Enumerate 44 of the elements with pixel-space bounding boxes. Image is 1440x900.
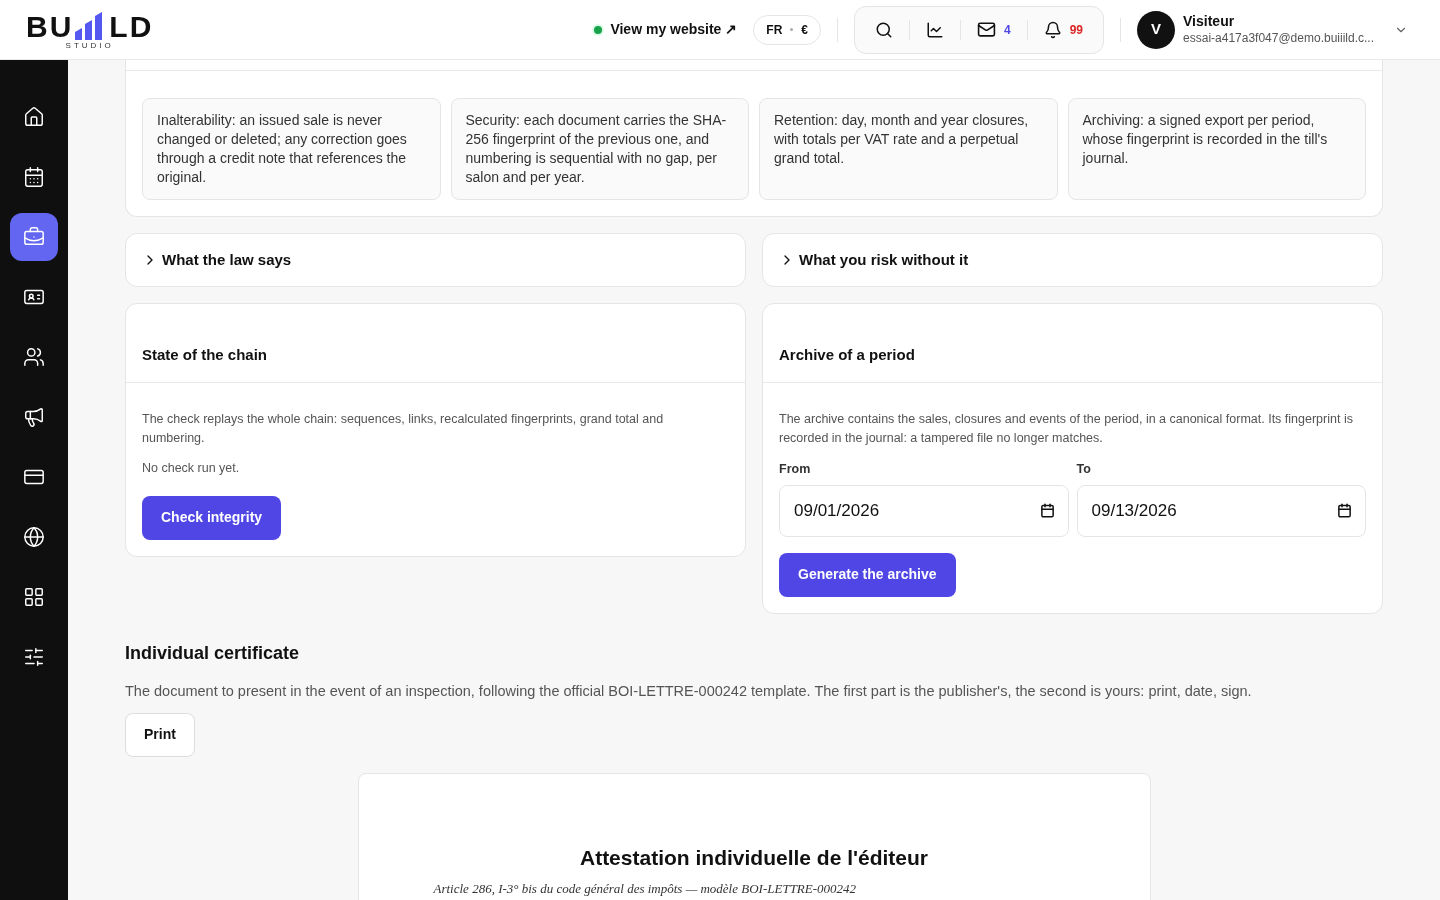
logo-text: LD: [109, 11, 154, 42]
check-integrity-button[interactable]: Check integrity: [142, 495, 282, 540]
calendar-icon[interactable]: [1337, 502, 1352, 518]
field-label: From: [779, 461, 812, 478]
card-title: Archive of a period: [779, 344, 915, 365]
card-description: The archive contains the sales, closures and events of the period, in a canonical format. Its fingerprint is recorded in the journal: a tampered file no longer matches.: [779, 411, 1354, 447]
megaphone-icon: [23, 406, 45, 428]
section-title: Individual certificate: [125, 641, 301, 665]
document-title: Attestation individuelle de l'éditeur: [578, 844, 929, 871]
sidebar-item[interactable]: [10, 213, 58, 261]
date-field[interactable]: 09/13/2026: [1076, 484, 1366, 537]
user-avatar: V: [1137, 10, 1176, 49]
principle-card: Retention: day, month and year closures, with totals per VAT rate and a perpetual grand total.: [759, 98, 1058, 200]
accordion-header[interactable]: What the law says: [125, 233, 746, 287]
calendar-icon[interactable]: [1039, 502, 1055, 518]
field-label: To: [1076, 461, 1092, 478]
sliders-icon: [23, 646, 45, 668]
user-email: essai-a417a3f047@demo.buiiild.c...: [1183, 30, 1374, 46]
document-subtitle: Article 286, I-3° bis du code général des impôts — modèle BOI-LETTRE-000242: [433, 880, 858, 898]
apps-icon: [23, 586, 45, 608]
print-button[interactable]: Print: [125, 712, 195, 757]
principle-card: Inalterability: an issued sale is never changed or deleted; any correction goes through a credit note that references the original.: [142, 98, 441, 200]
card-title: State of the chain: [142, 344, 268, 365]
user-name: Visiteur: [1183, 13, 1236, 31]
notifications-button[interactable]: 99: [1035, 20, 1092, 39]
card-description: The check replays the whole chain: sequences, links, recalculated fingerprints, grand total and numbering.: [142, 411, 665, 447]
logo-text: BU: [26, 11, 74, 42]
calendar-icon: [23, 166, 45, 188]
check-status: No check run yet.: [142, 460, 241, 477]
logo[interactable]: BU LD STUDIO: [26, 9, 154, 50]
home-icon: [23, 106, 45, 128]
principle-card: Archiving: a signed export per period, whose fingerprint is recorded in the till's journal.: [1067, 98, 1366, 200]
accordion-header[interactable]: What you risk without it: [762, 233, 1383, 287]
logo-tagline: STUDIO: [65, 41, 114, 50]
date-field[interactable]: 09/01/2026: [779, 484, 1069, 537]
messages-button[interactable]: 4: [969, 20, 1019, 39]
people-icon: [23, 346, 45, 368]
mail-icon: [977, 20, 996, 39]
section-description: The document to present in the event of an inspection, following the official BOI-LETTRE-000242 template. The first part is the publisher's, the second is yours: print, date, sign.: [125, 681, 1253, 701]
bell-icon: [1043, 20, 1062, 39]
generate-archive-button[interactable]: Generate the archive: [779, 552, 956, 597]
view-website-link[interactable]: View my website ↗: [610, 19, 738, 40]
principle-card: Security: each document carries the SHA-256 fingerprint of the previous one, and numbering is sequential with no gap, per salon and per year.: [450, 98, 749, 200]
globe-icon: [23, 526, 45, 548]
